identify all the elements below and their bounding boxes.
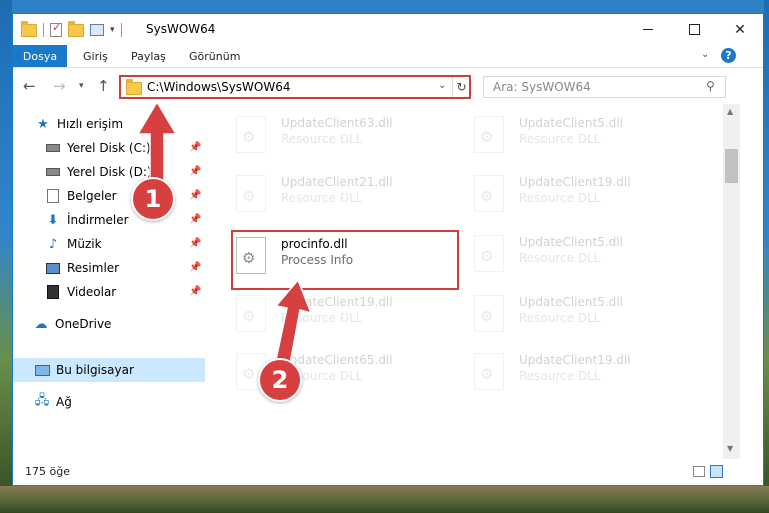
step-1-badge: 1 [131, 177, 175, 221]
annotation-arrows [136, 100, 313, 365]
arrow-to-procinfo [274, 278, 313, 365]
step-2-badge: 2 [258, 358, 302, 402]
arrow-to-address-bar [136, 100, 178, 189]
